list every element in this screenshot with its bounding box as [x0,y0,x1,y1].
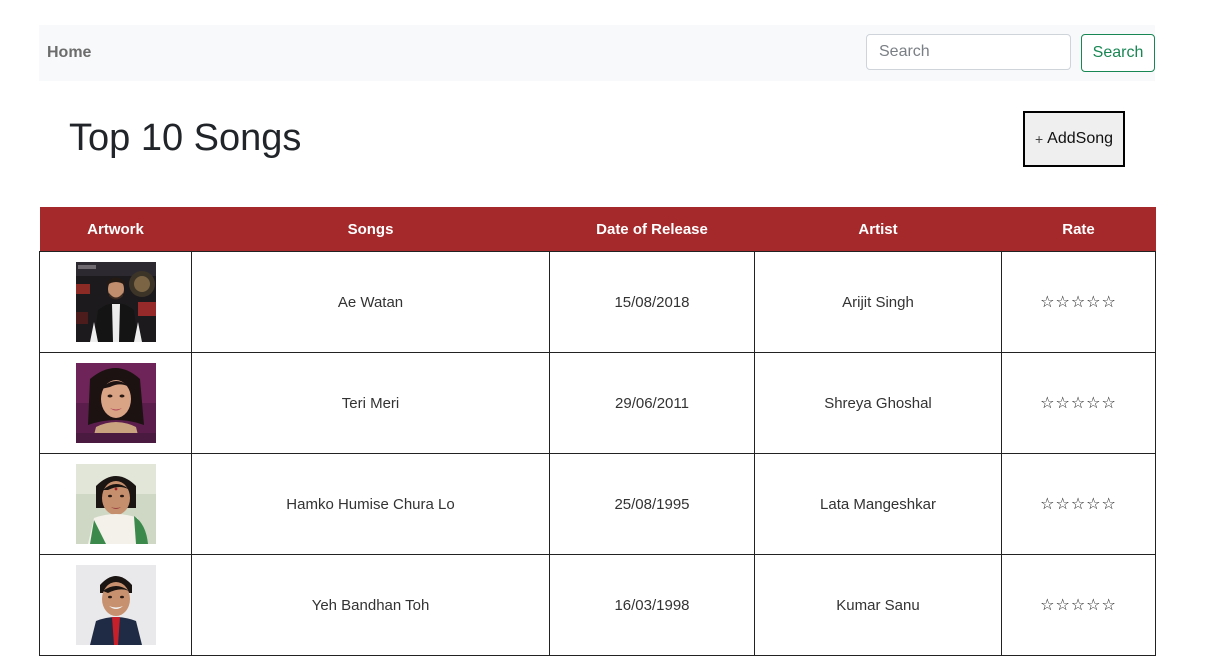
column-header-songs: Songs [191,207,550,252]
table-row: Hamko Humise Chura Lo 25/08/1995 Lata Ma… [39,453,1156,555]
star-rating[interactable]: ☆☆☆☆☆ [1040,395,1117,412]
artwork-image-lata-mangeshkar [75,464,156,544]
artist-cell: Lata Mangeshkar [754,453,1002,555]
song-title-cell: Yeh Bandhan Toh [191,554,550,656]
release-date-cell: 15/08/2018 [549,251,755,353]
release-date-cell: 25/08/1995 [549,453,755,555]
artwork-cell [39,251,192,353]
table-header-row: Artwork Songs Date of Release Artist Rat… [39,207,1156,252]
song-title-cell: Teri Meri [191,352,550,454]
artwork-image-kumar-sanu [75,565,156,645]
star-rating[interactable]: ☆☆☆☆☆ [1040,597,1117,614]
page-title: Top 10 Songs [69,117,302,159]
search-input[interactable] [866,34,1071,70]
artist-cell: Kumar Sanu [754,554,1002,656]
artist-cell: Shreya Ghoshal [754,352,1002,454]
release-date-cell: 29/06/2011 [549,352,755,454]
plus-icon: + [1034,131,1044,147]
table-row: Ae Watan 15/08/2018 Arijit Singh ☆☆☆☆☆ [39,251,1156,353]
column-header-release-date: Date of Release [549,207,755,252]
search-button[interactable]: Search [1081,34,1155,72]
add-song-button[interactable]: + AddSong [1023,111,1125,167]
navbar: Home Search [39,25,1155,81]
rate-cell: ☆☆☆☆☆ [1001,251,1156,353]
column-header-artist: Artist [754,207,1002,252]
artwork-image-arijit-singh [75,262,156,342]
artwork-cell [39,453,192,555]
artwork-cell [39,554,192,656]
nav-home-link[interactable]: Home [47,25,91,81]
star-rating[interactable]: ☆☆☆☆☆ [1040,496,1117,513]
star-rating[interactable]: ☆☆☆☆☆ [1040,294,1117,311]
artwork-image-shreya-ghoshal [75,363,156,443]
release-date-cell: 16/03/1998 [549,554,755,656]
song-title-cell: Ae Watan [191,251,550,353]
artist-cell: Arijit Singh [754,251,1002,353]
table-row: Teri Meri 29/06/2011 Shreya Ghoshal ☆☆☆☆… [39,352,1156,454]
add-song-label: AddSong [1047,130,1114,147]
artwork-cell [39,352,192,454]
rate-cell: ☆☆☆☆☆ [1001,453,1156,555]
rate-cell: ☆☆☆☆☆ [1001,554,1156,656]
column-header-artwork: Artwork [39,207,192,252]
table-row: Yeh Bandhan Toh 16/03/1998 Kumar Sanu ☆☆… [39,554,1156,656]
song-title-cell: Hamko Humise Chura Lo [191,453,550,555]
songs-table: Artwork Songs Date of Release Artist Rat… [39,207,1156,656]
column-header-rate: Rate [1001,207,1156,252]
rate-cell: ☆☆☆☆☆ [1001,352,1156,454]
